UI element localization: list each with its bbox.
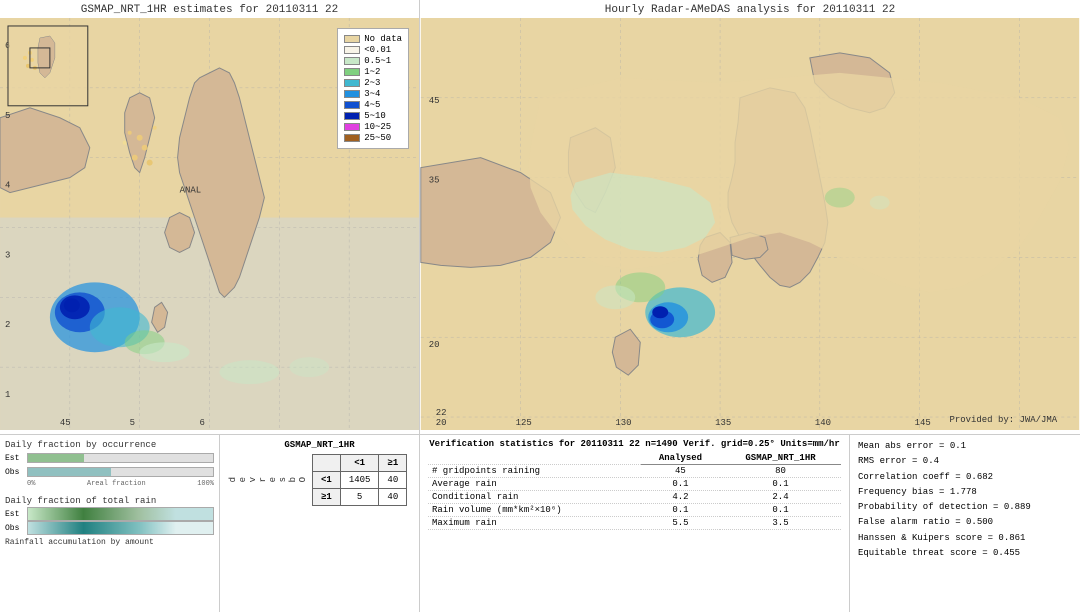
obs-vertical-label: Observed bbox=[228, 477, 308, 482]
est-bar-fill bbox=[28, 454, 84, 462]
hanssen-score: Hanssen & Kuipers score = 0.861 bbox=[858, 531, 1072, 546]
svg-text:2: 2 bbox=[5, 320, 10, 330]
bottom-left-charts: Daily fraction by occurrence Est Obs 0% bbox=[0, 435, 220, 612]
contingency-table-wrapper: <1 ≥1 <1 1405 40 ≥1 5 40 bbox=[312, 454, 407, 506]
pod: Probability of detection = 0.889 bbox=[858, 500, 1072, 515]
est-label: Est bbox=[5, 454, 27, 463]
rainfall-label: Rainfall accumulation by amount bbox=[5, 538, 214, 547]
contingency-title: GSMAP_NRT_1HR bbox=[228, 440, 411, 450]
svg-text:140: 140 bbox=[815, 418, 831, 428]
obs-bar2-track bbox=[27, 521, 214, 535]
svg-text:1: 1 bbox=[5, 390, 10, 400]
svg-text:Provided by: JWA/JMA: Provided by: JWA/JMA bbox=[950, 415, 1058, 425]
main-container: GSMAP_NRT_1HR estimates for 20110311 22 bbox=[0, 0, 1080, 612]
obs-bar-container: Obs bbox=[5, 466, 214, 478]
freq-bias: Frequency bias = 1.778 bbox=[858, 485, 1072, 500]
right-panel: Hourly Radar-AMeDAS analysis for 2011031… bbox=[420, 0, 1080, 434]
svg-text:125: 125 bbox=[516, 418, 532, 428]
svg-text:6: 6 bbox=[200, 418, 205, 428]
stats-title: Verification statistics for 20110311 22 … bbox=[428, 439, 841, 449]
svg-text:4: 4 bbox=[5, 181, 10, 191]
obs-vertical-text: Observed bbox=[228, 477, 308, 482]
svg-text:ANAL: ANAL bbox=[180, 186, 202, 196]
est-bar-track bbox=[27, 453, 214, 463]
right-panel-title: Hourly Radar-AMeDAS analysis for 2011031… bbox=[420, 0, 1080, 18]
svg-text:22: 22 bbox=[436, 408, 447, 418]
contingency-section: GSMAP_NRT_1HR Observed <1 ≥1 <1 bbox=[220, 435, 420, 612]
svg-text:135: 135 bbox=[715, 418, 731, 428]
obs-bar2-container: Obs bbox=[5, 522, 214, 534]
error-stats-section: Mean abs error = 0.1 RMS error = 0.4 Cor… bbox=[850, 435, 1080, 612]
svg-text:5: 5 bbox=[130, 418, 135, 428]
obs-bar-fill bbox=[28, 468, 111, 476]
verification-section: Verification statistics for 20110311 22 … bbox=[420, 435, 850, 612]
top-row: GSMAP_NRT_1HR estimates for 20110311 22 bbox=[0, 0, 1080, 435]
mean-abs-error: Mean abs error = 0.1 bbox=[858, 439, 1072, 454]
obs-label-2: Obs bbox=[5, 524, 27, 533]
est-bar-container: Est bbox=[5, 452, 214, 464]
chart-title-2: Daily fraction of total rain bbox=[5, 496, 214, 506]
left-panel: GSMAP_NRT_1HR estimates for 20110311 22 bbox=[0, 0, 420, 434]
contingency-table: <1 ≥1 <1 1405 40 ≥1 5 40 bbox=[312, 454, 407, 506]
right-map-svg: 45 35 20 125 130 135 140 145 20 22 Provi… bbox=[420, 18, 1080, 430]
left-panel-title: GSMAP_NRT_1HR estimates for 20110311 22 bbox=[0, 0, 419, 18]
bar-axis: 0% Areal fraction 100% bbox=[5, 480, 214, 488]
map-legend: No data <0.01 0.5~1 1~2 2~3 3~4 4~5 5~10… bbox=[337, 28, 409, 149]
svg-text:3: 3 bbox=[5, 250, 10, 260]
chart-title-1: Daily fraction by occurrence bbox=[5, 440, 214, 450]
error-stats: Mean abs error = 0.1 RMS error = 0.4 Cor… bbox=[858, 439, 1072, 561]
est-bar2-track bbox=[27, 507, 214, 521]
stats-table: Analysed GSMAP_NRT_1HR # gridpoints rain… bbox=[428, 452, 841, 530]
false-alarm-ratio: False alarm ratio = 0.500 bbox=[858, 515, 1072, 530]
left-map-area: 6 5 4 3 2 1 45 5 6 ANAL bbox=[0, 18, 419, 430]
svg-text:5: 5 bbox=[5, 111, 10, 121]
est-bar2-container: Est bbox=[5, 508, 214, 520]
svg-text:145: 145 bbox=[915, 418, 931, 428]
contingency-wrapper: Observed <1 ≥1 <1 1405 40 bbox=[228, 454, 411, 506]
svg-text:20: 20 bbox=[436, 418, 447, 428]
est-label-2: Est bbox=[5, 510, 27, 519]
bottom-row: Daily fraction by occurrence Est Obs 0% bbox=[0, 435, 1080, 612]
obs-label: Obs bbox=[5, 468, 27, 477]
rms-error: RMS error = 0.4 bbox=[858, 454, 1072, 469]
svg-text:35: 35 bbox=[429, 176, 440, 186]
svg-text:45: 45 bbox=[60, 418, 71, 428]
equitable-threat: Equitable threat score = 0.455 bbox=[858, 546, 1072, 561]
svg-text:130: 130 bbox=[615, 418, 631, 428]
second-chart-section: Daily fraction of total rain Est Obs bbox=[5, 496, 214, 534]
svg-text:20: 20 bbox=[429, 340, 440, 350]
correlation: Correlation coeff = 0.682 bbox=[858, 470, 1072, 485]
right-map-area: 45 35 20 125 130 135 140 145 20 22 Provi… bbox=[420, 18, 1080, 430]
svg-text:45: 45 bbox=[429, 96, 440, 106]
obs-bar-track bbox=[27, 467, 214, 477]
